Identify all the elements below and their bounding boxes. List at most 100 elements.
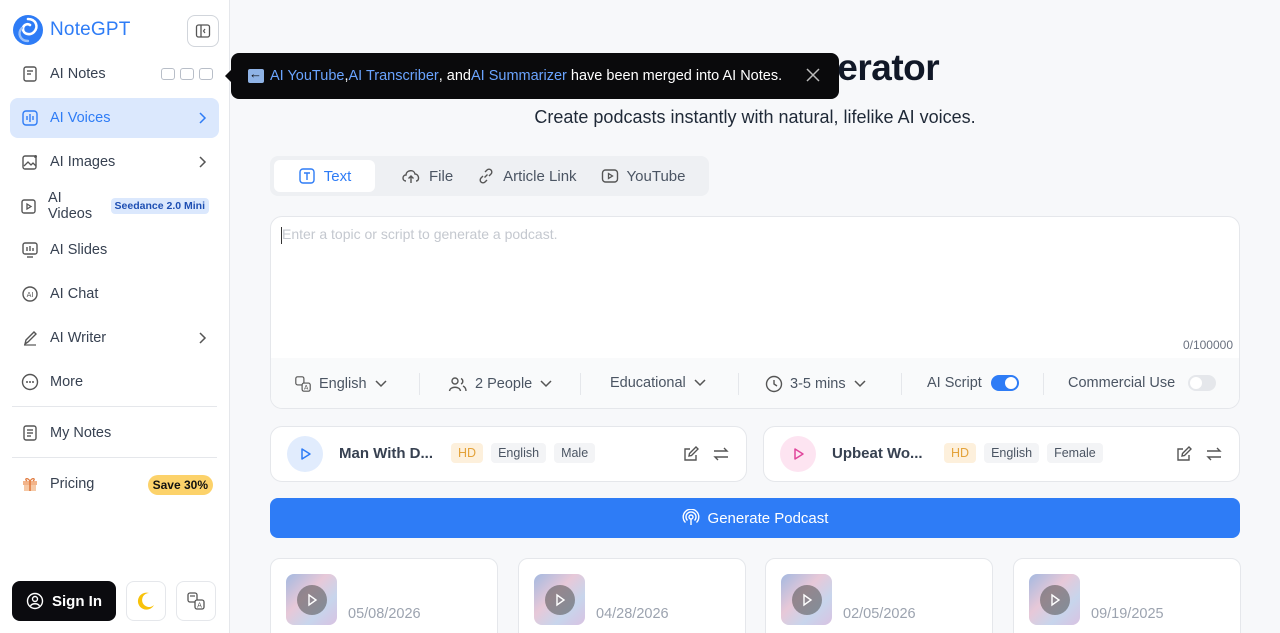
style-select[interactable]: Educational <box>610 375 707 391</box>
recent-podcast-card[interactable]: 05/08/2026 <box>270 558 498 633</box>
sign-in-label: Sign In <box>52 592 102 610</box>
ai-youtube-link[interactable]: AI YouTube <box>270 68 344 84</box>
svg-text:A: A <box>304 385 309 392</box>
translate-icon: A <box>295 376 311 392</box>
app-name: NoteGPT <box>50 19 131 40</box>
play-button[interactable] <box>296 584 327 615</box>
svg-text:A: A <box>197 601 202 609</box>
play-icon <box>555 593 565 606</box>
logo[interactable]: NoteGPT <box>12 14 131 46</box>
notes-icon <box>20 64 40 84</box>
sidebar-item-ai-writer[interactable]: AI Writer <box>10 318 219 358</box>
save-badge: Save 30% <box>147 475 213 495</box>
podcast-date: 05/08/2026 <box>348 606 421 622</box>
theme-toggle-button[interactable] <box>126 581 166 621</box>
duration-select[interactable]: 3-5 mins <box>765 375 867 393</box>
podcast-thumbnail <box>1029 574 1080 625</box>
sidebar-item-ai-videos[interactable]: AI Videos Seedance 2.0 Mini <box>10 186 219 226</box>
collapse-sidebar-button[interactable] <box>187 15 219 47</box>
play-button[interactable] <box>791 584 822 615</box>
chevron-right-icon <box>199 156 207 168</box>
podcast-date: 02/05/2026 <box>843 606 916 622</box>
play-icon <box>802 593 812 606</box>
script-input-placeholder: Enter a topic or script to generate a po… <box>282 226 558 242</box>
chevron-down-icon <box>694 379 706 387</box>
generate-podcast-button[interactable]: Generate Podcast <box>270 498 1240 538</box>
sidebar-item-ai-slides[interactable]: AI Slides <box>10 230 219 270</box>
edit-icon[interactable] <box>1175 445 1193 463</box>
voice-icon <box>20 108 40 128</box>
upload-cloud-icon <box>402 170 420 183</box>
sidebar-item-label: Pricing <box>50 476 95 492</box>
back-arrow-icon <box>248 66 264 83</box>
ai-transcriber-link[interactable]: AI Transcriber <box>348 68 438 84</box>
recent-podcast-card[interactable]: 09/19/2025 <box>1013 558 1241 633</box>
hd-tag: HD <box>944 443 977 463</box>
sidebar-item-more[interactable]: More <box>10 362 219 402</box>
voice-card-guest[interactable]: Upbeat Wo... HD English Female <box>763 426 1240 482</box>
swap-icon[interactable] <box>1205 445 1223 463</box>
voice-actions <box>1175 445 1223 463</box>
voice-tags: HD English Female <box>944 443 1103 463</box>
play-icon <box>301 448 311 460</box>
close-icon[interactable] <box>805 67 821 83</box>
chevron-down-icon <box>854 380 866 388</box>
summarizer-mini-icon <box>199 68 213 80</box>
sidebar-item-label: AI Writer <box>50 330 107 346</box>
play-button[interactable] <box>544 584 575 615</box>
voice-name: Upbeat Wo... <box>832 445 923 462</box>
page-subtitle: Create podcasts instantly with natural, … <box>534 107 976 127</box>
moon-icon <box>137 592 154 610</box>
chevron-down-icon <box>540 380 552 388</box>
ai-summarizer-link[interactable]: AI Summarizer <box>471 68 567 84</box>
sidebar-item-ai-images[interactable]: AI Images <box>10 142 219 182</box>
play-icon <box>307 593 317 606</box>
sidebar-item-ai-notes[interactable]: AI Notes <box>10 54 219 94</box>
notegpt-logo-icon <box>13 15 43 45</box>
script-editor[interactable]: Enter a topic or script to generate a po… <box>270 216 1240 409</box>
folder-notes-icon <box>20 423 40 443</box>
merged-tools-icons <box>161 68 213 80</box>
ai-script-toggle[interactable] <box>990 375 1019 391</box>
commercial-use-toggle[interactable] <box>1188 375 1217 391</box>
divider <box>738 373 739 395</box>
swap-icon[interactable] <box>712 445 730 463</box>
sidebar: NoteGPT AI Notes AI Voices AI Images AI … <box>0 0 230 633</box>
sidebar-item-ai-chat[interactable]: AI AI Chat <box>10 274 219 314</box>
tab-file[interactable]: File <box>389 160 465 192</box>
voice-card-host[interactable]: Man With D... HD English Male <box>270 426 747 482</box>
voice-name: Man With D... <box>339 445 434 462</box>
tab-article-link[interactable]: Article Link <box>465 160 588 192</box>
play-button[interactable] <box>1039 584 1070 615</box>
sign-in-button[interactable]: Sign In <box>12 581 116 621</box>
language-select[interactable]: A English <box>294 375 388 393</box>
tab-text[interactable]: Text <box>274 160 375 192</box>
recent-podcast-card[interactable]: 02/05/2026 <box>765 558 993 633</box>
people-select[interactable]: 2 People <box>448 375 553 393</box>
podcast-thumbnail <box>286 574 337 625</box>
divider <box>419 373 420 395</box>
sidebar-item-label: AI Chat <box>50 286 99 302</box>
more-icon <box>20 372 40 392</box>
recent-podcast-card[interactable]: 04/28/2026 <box>518 558 746 633</box>
sidebar-item-label: AI Videos <box>48 190 93 222</box>
language-switch-button[interactable]: A <box>176 581 216 621</box>
users-icon <box>448 377 467 392</box>
divider <box>1043 373 1044 395</box>
chevron-right-icon <box>199 332 207 344</box>
sidebar-item-pricing[interactable]: Pricing Save 30% <box>10 464 219 504</box>
tab-youtube[interactable]: YouTube <box>589 160 698 192</box>
sidebar-item-label: AI Slides <box>50 242 108 258</box>
slides-icon <box>20 240 40 260</box>
svg-text:AI: AI <box>27 291 34 299</box>
voice-preview-button[interactable] <box>287 436 323 472</box>
sidebar-item-ai-voices[interactable]: AI Voices <box>10 98 219 138</box>
podcast-icon <box>682 509 699 525</box>
user-icon <box>26 592 44 610</box>
pen-icon <box>20 328 40 348</box>
edit-icon[interactable] <box>682 445 700 463</box>
voice-preview-button[interactable] <box>780 436 816 472</box>
text-icon <box>299 168 315 184</box>
sidebar-item-my-notes[interactable]: My Notes <box>10 413 219 453</box>
podcast-options-bar: A English 2 People Educational 3-5 mins … <box>271 358 1239 408</box>
